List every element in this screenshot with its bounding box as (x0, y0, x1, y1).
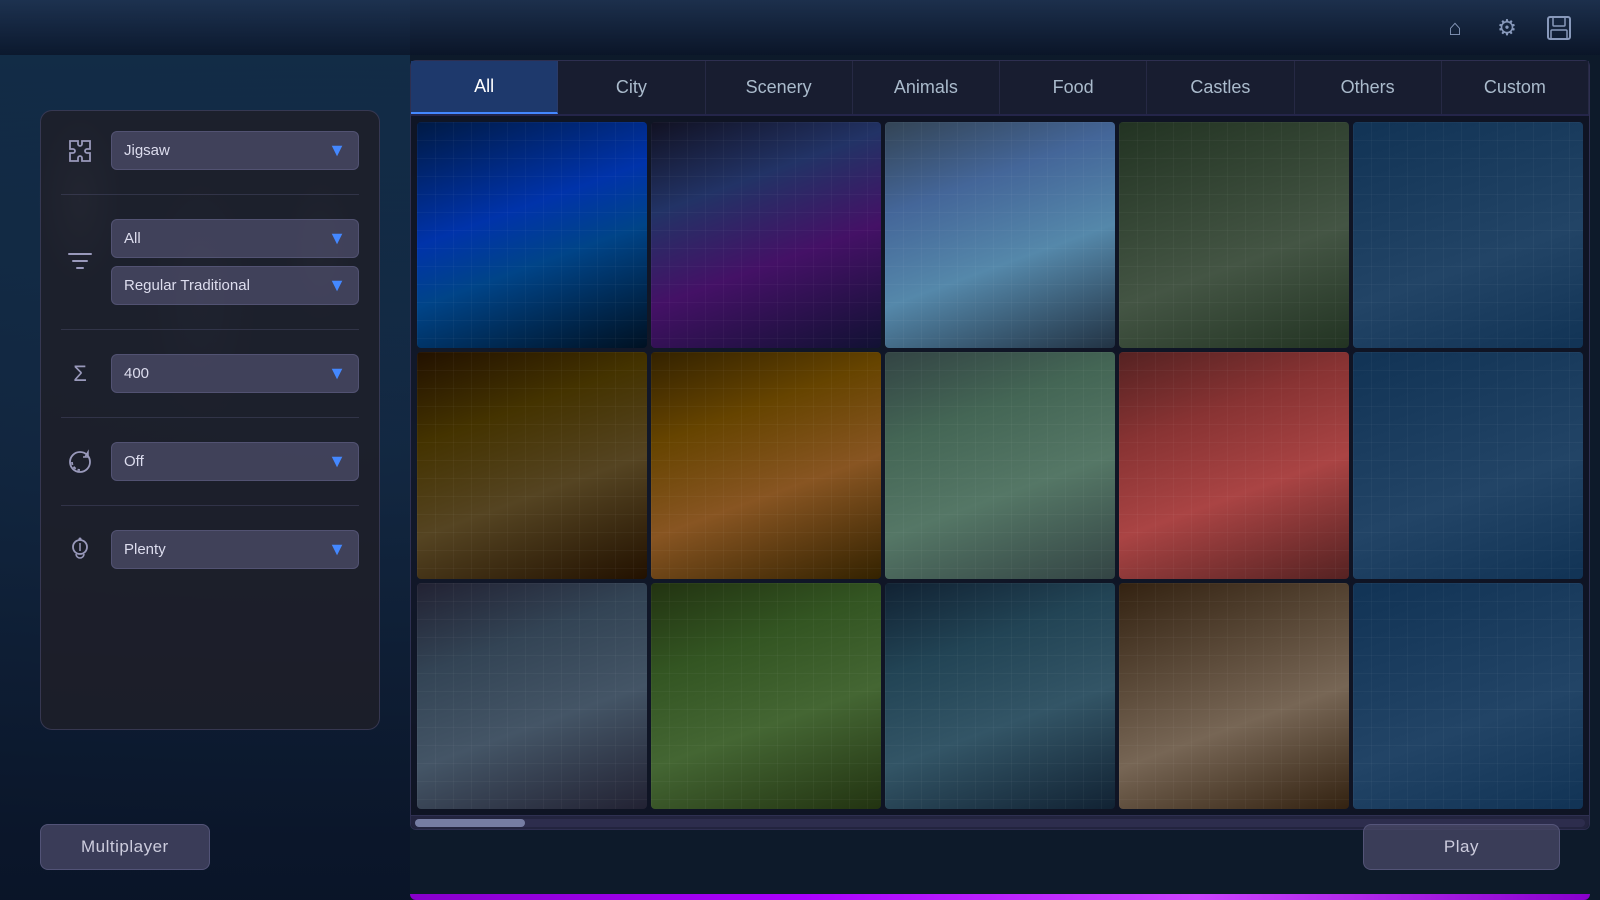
home-icon[interactable]: ⌂ (1434, 7, 1476, 49)
tab-scenery[interactable]: Scenery (706, 61, 853, 114)
filter-dropdown[interactable]: All ▼ (111, 219, 359, 258)
tab-custom-label: Custom (1484, 77, 1546, 98)
puzzle-item-4[interactable] (1119, 122, 1349, 348)
bottom-bar: Multiplayer Play (40, 824, 1560, 870)
bottom-accent (410, 894, 1590, 900)
style-dropdown[interactable]: Regular Traditional ▼ (111, 266, 359, 305)
puzzle-type-arrow: ▼ (328, 140, 346, 161)
separator-2 (61, 329, 359, 330)
puzzle-item-2[interactable] (651, 122, 881, 348)
filter-icon (61, 243, 99, 281)
style-arrow: ▼ (328, 275, 346, 296)
rotation-dropdown[interactable]: Off ▼ (111, 442, 359, 481)
puzzle-item-8[interactable] (885, 352, 1115, 578)
puzzle-item-13[interactable] (885, 583, 1115, 809)
filter-arrow: ▼ (328, 228, 346, 249)
puzzle-item-14[interactable] (1119, 583, 1349, 809)
main-area: All City Scenery Animals Food Castles Ot… (410, 60, 1590, 830)
filter-label: All (124, 230, 141, 247)
tab-scenery-label: Scenery (746, 77, 812, 98)
rotation-label: Off (124, 453, 144, 470)
puzzle-type-group: Jigsaw ▼ (111, 131, 359, 170)
hint-icon (61, 531, 99, 569)
puzzle-item-10[interactable] (1353, 352, 1583, 578)
puzzle-item-7[interactable] (651, 352, 881, 578)
rotation-icon (61, 443, 99, 481)
style-label: Regular Traditional (124, 277, 250, 294)
hint-label: Plenty (124, 541, 166, 558)
pieces-group: 400 ▼ (111, 354, 359, 393)
puzzle-item-1[interactable] (417, 122, 647, 348)
pieces-row: Σ 400 ▼ (61, 354, 359, 393)
play-button[interactable]: Play (1363, 824, 1560, 870)
puzzle-item-3[interactable] (885, 122, 1115, 348)
puzzle-item-11[interactable] (417, 583, 647, 809)
tab-all-label: All (474, 76, 494, 97)
puzzle-item-12[interactable] (651, 583, 881, 809)
tab-others-label: Others (1341, 77, 1395, 98)
multiplayer-button[interactable]: Multiplayer (40, 824, 210, 870)
puzzle-item-6[interactable] (417, 352, 647, 578)
tab-animals-label: Animals (894, 77, 958, 98)
tab-others[interactable]: Others (1295, 61, 1442, 114)
save-icon[interactable] (1538, 7, 1580, 49)
puzzle-icon (61, 132, 99, 170)
tab-castles-label: Castles (1190, 77, 1250, 98)
tab-food[interactable]: Food (1000, 61, 1147, 114)
separator-4 (61, 505, 359, 506)
pieces-arrow: ▼ (328, 363, 346, 384)
hint-dropdown[interactable]: Plenty ▼ (111, 530, 359, 569)
puzzle-item-15[interactable] (1353, 583, 1583, 809)
puzzle-grid (411, 116, 1589, 815)
filter-row: All ▼ Regular Traditional ▼ (61, 219, 359, 305)
pieces-label: 400 (124, 365, 149, 382)
left-panel: Jigsaw ▼ All ▼ Regular Traditional ▼ Σ (40, 110, 380, 730)
tab-castles[interactable]: Castles (1147, 61, 1294, 114)
rotation-group: Off ▼ (111, 442, 359, 481)
separator-1 (61, 194, 359, 195)
puzzle-type-label: Jigsaw (124, 142, 170, 159)
puzzle-type-row: Jigsaw ▼ (61, 131, 359, 170)
pieces-dropdown[interactable]: 400 ▼ (111, 354, 359, 393)
tab-city[interactable]: City (558, 61, 705, 114)
settings-icon[interactable]: ⚙ (1486, 7, 1528, 49)
tab-animals[interactable]: Animals (853, 61, 1000, 114)
tab-custom[interactable]: Custom (1442, 61, 1589, 114)
filter-group: All ▼ Regular Traditional ▼ (111, 219, 359, 305)
top-bar: ⌂ ⚙ (0, 0, 1600, 55)
hint-arrow: ▼ (328, 539, 346, 560)
sigma-icon: Σ (61, 355, 99, 393)
hint-group: Plenty ▼ (111, 530, 359, 569)
hint-row: Plenty ▼ (61, 530, 359, 569)
tab-food-label: Food (1053, 77, 1094, 98)
rotation-row: Off ▼ (61, 442, 359, 481)
separator-3 (61, 417, 359, 418)
tab-all[interactable]: All (411, 61, 558, 114)
tab-city-label: City (616, 77, 647, 98)
puzzle-type-dropdown[interactable]: Jigsaw ▼ (111, 131, 359, 170)
puzzle-item-5[interactable] (1353, 122, 1583, 348)
rotation-arrow: ▼ (328, 451, 346, 472)
tab-bar: All City Scenery Animals Food Castles Ot… (411, 61, 1589, 116)
puzzle-item-9[interactable] (1119, 352, 1349, 578)
